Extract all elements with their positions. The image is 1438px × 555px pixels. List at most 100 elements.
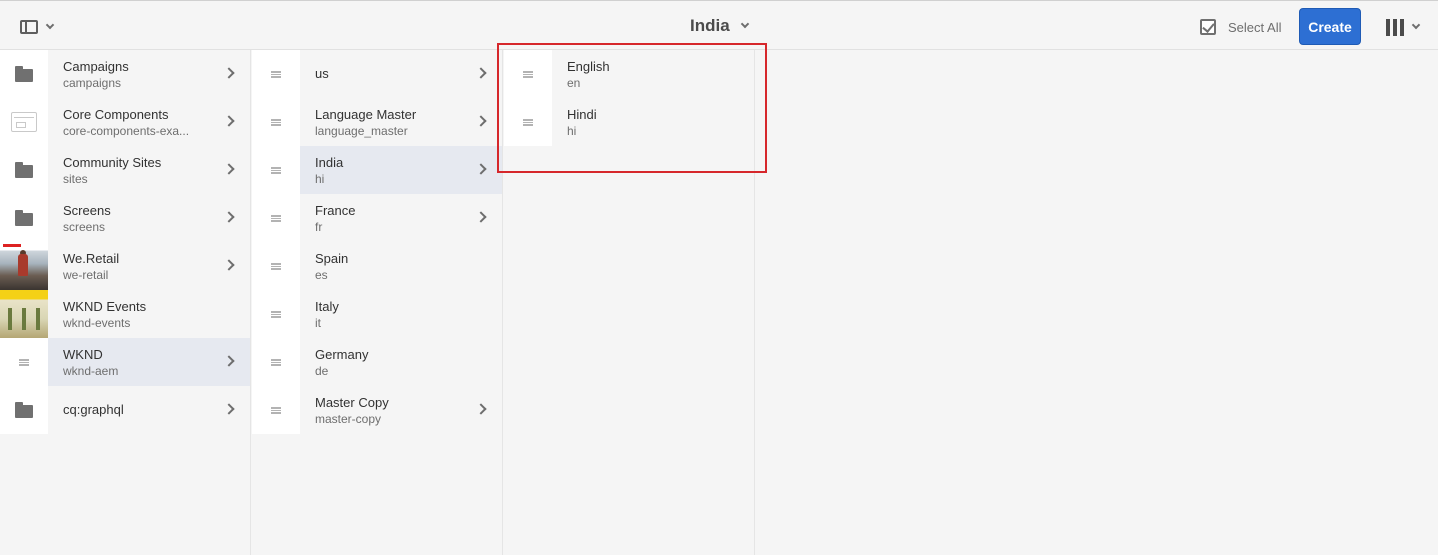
item-body: Italy it: [300, 290, 502, 338]
page-icon: [271, 166, 281, 174]
item-subtitle: hi: [315, 172, 325, 186]
item-body: English en: [552, 50, 754, 98]
item-body: Germany de: [300, 338, 502, 386]
folder-icon: [15, 162, 33, 178]
item-subtitle: wknd-aem: [63, 364, 119, 378]
item-thumbnail: [504, 98, 552, 146]
item-subtitle: de: [315, 364, 329, 378]
chevron-right-icon[interactable]: [223, 115, 235, 127]
item-thumbnail: [0, 338, 48, 386]
chevron-down-icon: [45, 20, 55, 30]
column-item[interactable]: Spain es: [252, 242, 502, 290]
item-body: France fr: [300, 194, 502, 242]
column-item[interactable]: Community Sites sites: [0, 146, 250, 194]
item-title: India: [315, 155, 344, 170]
column-item[interactable]: us: [252, 50, 502, 98]
page-icon: [271, 406, 281, 414]
column-item[interactable]: cq:graphql: [0, 386, 250, 434]
item-thumbnail: [0, 386, 48, 434]
column-item[interactable]: France fr: [252, 194, 502, 242]
item-thumbnail: [252, 146, 300, 194]
chevron-down-icon: [1411, 20, 1421, 30]
item-subtitle: en: [567, 76, 581, 90]
item-thumbnail: [0, 50, 48, 98]
column-item[interactable]: English en: [504, 50, 754, 98]
column-2: us Language Master language_master India hi F…: [252, 50, 503, 555]
item-title: Spain: [315, 251, 349, 266]
chevron-right-icon[interactable]: [223, 403, 235, 415]
item-thumbnail: [0, 242, 48, 290]
wknd-events-thumbnail: [0, 290, 48, 338]
item-subtitle: fr: [315, 220, 323, 234]
column-item[interactable]: Campaigns campaigns: [0, 50, 250, 98]
column-item[interactable]: WKND wknd-aem: [0, 338, 250, 386]
action-bar: India Select All Create: [0, 0, 1438, 50]
column-view: Campaigns campaigns Core Components core-co…: [0, 50, 1438, 555]
page-icon: [523, 70, 533, 78]
column-1: Campaigns campaigns Core Components core-co…: [0, 50, 251, 555]
item-subtitle: sites: [63, 172, 88, 186]
page-icon: [271, 214, 281, 222]
column-item[interactable]: Hindi hi: [504, 98, 754, 146]
folder-icon: [15, 402, 33, 418]
item-title: Screens: [63, 203, 111, 218]
item-title: We.Retail: [63, 251, 120, 266]
item-thumbnail: [252, 242, 300, 290]
item-thumbnail: [252, 290, 300, 338]
select-all-button[interactable]: Select All: [1200, 16, 1281, 38]
item-title: us: [315, 66, 329, 81]
chevron-right-icon[interactable]: [475, 211, 487, 223]
item-thumbnail: [0, 98, 48, 146]
chevron-right-icon[interactable]: [223, 259, 235, 271]
checkbox-icon: [1200, 19, 1216, 35]
item-thumbnail: [252, 98, 300, 146]
item-body: Campaigns campaigns: [48, 50, 250, 98]
item-body: Language Master language_master: [300, 98, 502, 146]
item-body: WKND wknd-aem: [48, 338, 250, 386]
view-switcher-button[interactable]: [1386, 17, 1421, 37]
chevron-right-icon[interactable]: [223, 355, 235, 367]
item-subtitle: screens: [63, 220, 106, 234]
item-subtitle: hi: [567, 124, 577, 138]
item-title: Core Components: [63, 107, 169, 122]
rail-toggle-button[interactable]: [14, 14, 62, 40]
item-subtitle: wknd-events: [63, 316, 131, 330]
page-icon: [523, 118, 533, 126]
chevron-right-icon[interactable]: [223, 163, 235, 175]
chevron-right-icon[interactable]: [475, 403, 487, 415]
page-icon: [271, 70, 281, 78]
item-body: Community Sites sites: [48, 146, 250, 194]
folder-icon: [15, 66, 33, 82]
column-item[interactable]: Italy it: [252, 290, 502, 338]
column-item[interactable]: Screens screens: [0, 194, 250, 242]
side-panel-icon: [20, 20, 38, 34]
column-item[interactable]: Core Components core-components-exa...: [0, 98, 250, 146]
column-item[interactable]: India hi: [252, 146, 502, 194]
column-item[interactable]: WKND Events wknd-events: [0, 290, 250, 338]
chevron-right-icon[interactable]: [475, 115, 487, 127]
page-title-dropdown[interactable]: India: [690, 15, 749, 37]
item-subtitle: master-copy: [315, 412, 382, 426]
select-all-label: Select All: [1228, 19, 1282, 35]
create-button[interactable]: Create: [1299, 8, 1361, 45]
item-body: Master Copy master-copy: [300, 386, 502, 434]
column-item[interactable]: Master Copy master-copy: [252, 386, 502, 434]
item-title: Community Sites: [63, 155, 162, 170]
chevron-right-icon[interactable]: [223, 67, 235, 79]
item-thumbnail: [252, 194, 300, 242]
column-item[interactable]: We.Retail we-retail: [0, 242, 250, 290]
chevron-down-icon: [740, 19, 749, 29]
item-body: WKND Events wknd-events: [48, 290, 250, 338]
item-title: Italy: [315, 299, 339, 314]
column-item[interactable]: Language Master language_master: [252, 98, 502, 146]
chevron-right-icon[interactable]: [475, 163, 487, 175]
item-title: Germany: [315, 347, 369, 362]
chevron-right-icon[interactable]: [475, 67, 487, 79]
column-item[interactable]: Germany de: [252, 338, 502, 386]
item-body: Hindi hi: [552, 98, 754, 146]
item-title: WKND: [63, 347, 103, 362]
item-subtitle: core-components-exa...: [63, 124, 190, 138]
item-subtitle: it: [315, 316, 321, 330]
item-subtitle: campaigns: [63, 76, 122, 90]
chevron-right-icon[interactable]: [223, 211, 235, 223]
